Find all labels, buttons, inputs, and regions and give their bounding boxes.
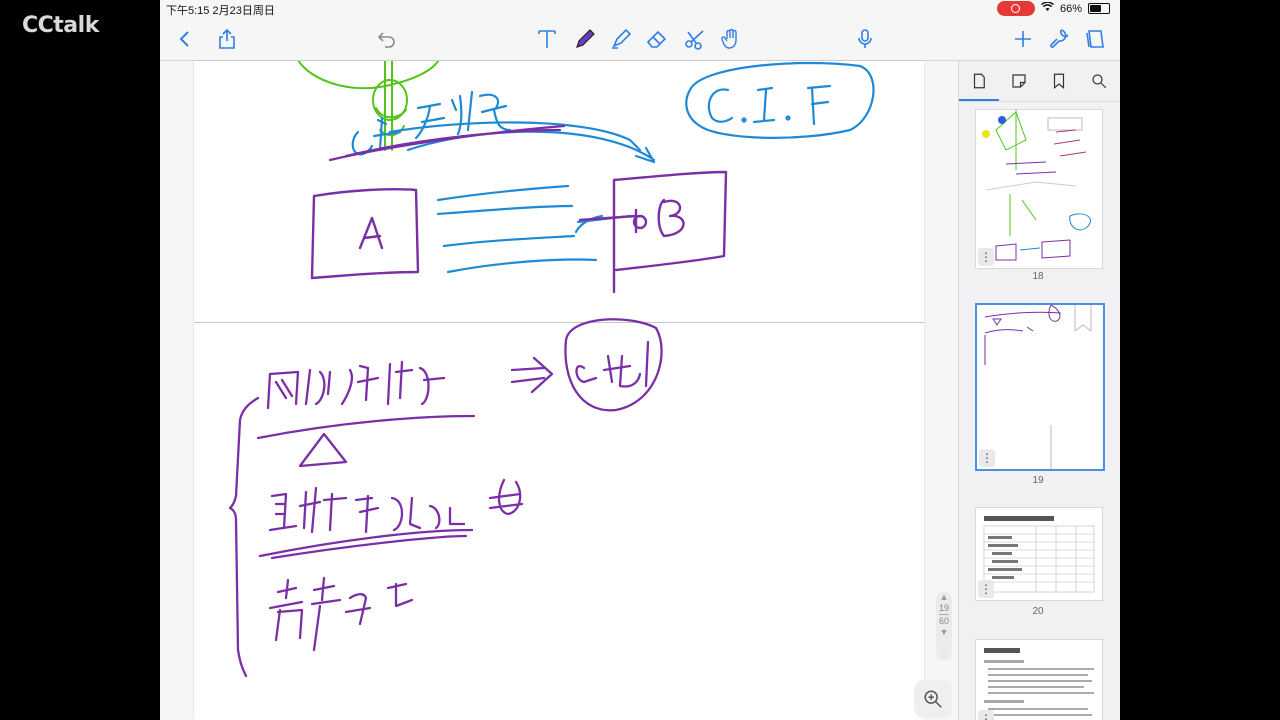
page-thumbnail-19[interactable]: ⋮ [975, 303, 1105, 471]
box-a [310, 188, 420, 280]
thumbnail-more-icon[interactable]: ⋮ [978, 710, 994, 720]
pages-tab-icon[interactable] [967, 69, 991, 93]
handwritten-list [228, 318, 663, 678]
thumbnail-text [984, 648, 1094, 716]
search-tab-icon[interactable] [1087, 69, 1111, 93]
total-page-number: 60 [938, 616, 949, 626]
blue-note-top [351, 90, 656, 164]
thumbnail-label-19: 19 [1032, 475, 1044, 486]
current-page-number: 19 [938, 603, 949, 613]
chevron-up-icon[interactable]: ▲ [936, 592, 952, 602]
ipad-screen: 下午5:15 2月23日周日 66% ▲ 19 60 ▼ ⋮ 18 ⋮ 19 ⋮… [160, 0, 1120, 720]
thumbnail-sketch [982, 110, 1092, 261]
thumbnail-table [983, 516, 1095, 593]
page-thumbnail-20[interactable]: ⋮ [975, 507, 1103, 601]
thumbnail-more-icon[interactable]: ⋮ [978, 580, 994, 598]
chevron-down-icon[interactable]: ▼ [936, 627, 952, 637]
thumbnail-sketch [984, 305, 1092, 469]
cif-circle [685, 61, 875, 139]
page-thumbnail-21[interactable]: ⋮ [975, 639, 1103, 720]
thumbnail-more-icon[interactable]: ⋮ [978, 248, 994, 266]
bookmark-tab-icon[interactable] [1047, 69, 1071, 93]
sidebar-tabs [959, 61, 1120, 102]
page-thumbnail-18[interactable]: ⋮ [975, 109, 1103, 269]
zoom-icon [924, 690, 942, 708]
blue-arrows [436, 184, 632, 274]
cctalk-logo: CCtalk [22, 13, 99, 38]
thumbnail-label-20: 20 [1032, 606, 1044, 617]
thumbnail-more-icon[interactable]: ⋮ [979, 449, 995, 467]
thumbnail-label-18: 18 [1032, 271, 1044, 282]
zoom-in-button[interactable] [914, 680, 952, 718]
bookmark-outline-tab-icon[interactable] [1007, 69, 1031, 93]
page-sidebar: ⋮ 18 ⋮ 19 ⋮ 20 ⋮ [958, 61, 1120, 720]
active-tab-indicator [959, 99, 999, 101]
page-indicator[interactable]: ▲ 19 60 ▼ [936, 592, 952, 660]
box-b [578, 170, 728, 294]
